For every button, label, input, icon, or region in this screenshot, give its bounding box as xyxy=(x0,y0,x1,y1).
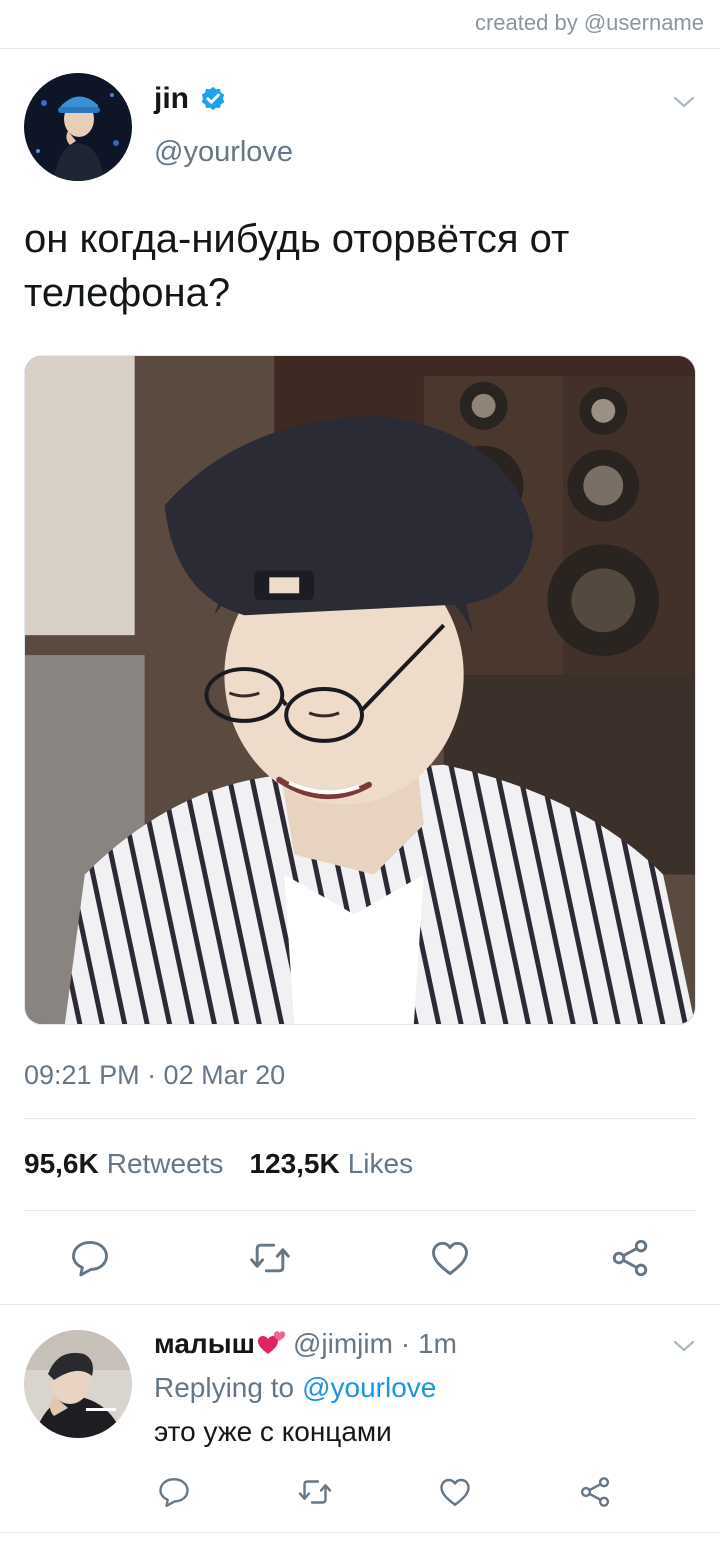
retweet-icon xyxy=(250,1243,290,1273)
divider xyxy=(24,1210,696,1211)
share-icon xyxy=(580,1477,610,1507)
share-icon xyxy=(612,1239,648,1277)
tweet-timestamp[interactable]: 09:21 PM · 02 Mar 20 xyxy=(24,1060,285,1091)
reply-share-button[interactable] xyxy=(577,1474,613,1510)
divider xyxy=(0,1532,720,1533)
like-button[interactable] xyxy=(428,1236,472,1280)
reply-author-avatar[interactable] xyxy=(24,1330,132,1438)
reply-time: · 1m xyxy=(400,1328,457,1359)
replying-label: Replying to xyxy=(154,1372,295,1403)
reply-button[interactable] xyxy=(68,1236,112,1280)
author-handle[interactable]: @yourlove xyxy=(154,136,293,169)
top-divider xyxy=(0,48,720,49)
author-avatar[interactable] xyxy=(24,73,132,181)
retweets-count[interactable]: 95,6K xyxy=(24,1148,99,1180)
likes-count[interactable]: 123,5K xyxy=(249,1148,339,1180)
divider xyxy=(0,1304,720,1305)
retweet-icon xyxy=(298,1480,332,1504)
reply-text: это уже с концами xyxy=(154,1416,392,1447)
chevron-down-icon[interactable] xyxy=(672,94,696,110)
heart-icon xyxy=(440,1478,470,1506)
replying-mention-link[interactable]: @yourlove xyxy=(302,1372,436,1403)
reply-actions-bar xyxy=(0,1474,720,1510)
reply-retweet-button[interactable] xyxy=(297,1474,333,1510)
two-hearts-emoji xyxy=(257,1331,286,1354)
tweet-photo[interactable] xyxy=(24,355,696,1025)
reply-author-handle[interactable]: @jimjim xyxy=(293,1328,393,1360)
reply-header: малыш @jimjim · 1m xyxy=(154,1328,457,1360)
author-name[interactable]: jin xyxy=(154,82,189,116)
comment-icon xyxy=(72,1240,108,1277)
author-name-row: jin xyxy=(154,82,227,116)
heart-icon xyxy=(432,1241,468,1276)
engagement-stats: 95,6K Retweets 123,5K Likes xyxy=(24,1148,439,1180)
reply-like-button[interactable] xyxy=(437,1474,473,1510)
likes-label[interactable]: Likes xyxy=(348,1148,413,1180)
share-button[interactable] xyxy=(608,1236,652,1280)
verified-badge-icon xyxy=(201,86,225,111)
replying-to-line: Replying to @yourlove xyxy=(154,1372,436,1404)
chevron-down-icon[interactable] xyxy=(672,1338,696,1354)
tweet-actions-bar xyxy=(0,1236,720,1280)
comment-icon xyxy=(159,1478,189,1507)
credit-caption: created by @username xyxy=(474,10,704,35)
retweets-label[interactable]: Retweets xyxy=(107,1148,224,1180)
reply-author-name[interactable]: малыш xyxy=(154,1328,255,1360)
retweet-button[interactable] xyxy=(248,1236,292,1280)
reply-reply-button[interactable] xyxy=(156,1474,192,1510)
divider xyxy=(24,1118,696,1119)
tweet-text: он когда-нибудь оторвётся от телефона? xyxy=(24,217,570,315)
